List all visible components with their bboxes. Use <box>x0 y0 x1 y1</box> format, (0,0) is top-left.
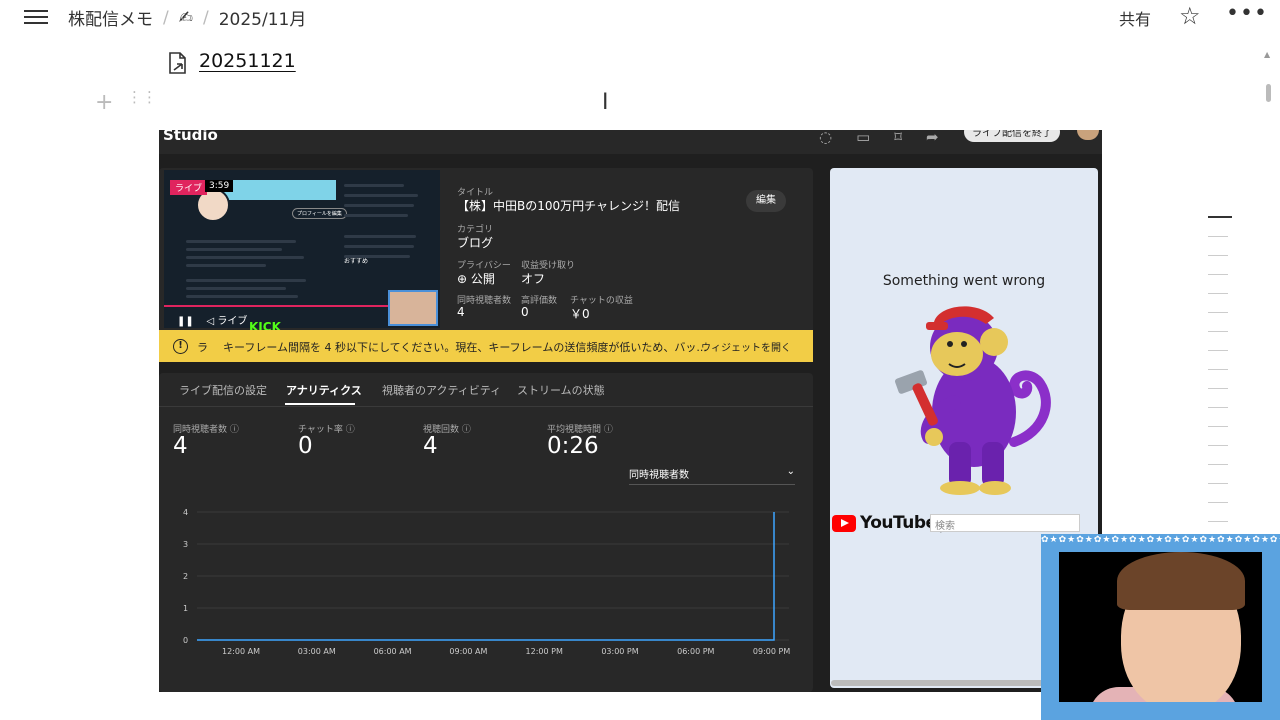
live-badge: ライブ <box>170 180 208 195</box>
webcam-overlay: ✿★✿★✿★✿★✿★✿★✿★✿★✿★✿★✿★✿★✿★✿★✿★✿★✿★✿★✿★✿★… <box>1041 534 1280 720</box>
live-time: 3:59 <box>205 180 234 192</box>
header-icons: ◌ ▭ ⌑ ➦ <box>819 130 939 146</box>
y-tick-label: 1 <box>183 604 188 613</box>
breadcrumb-item-month[interactable]: 2025/11月 <box>219 5 307 30</box>
page-link-icon <box>169 52 186 74</box>
metric-value-avg-time: 0:26 <box>547 433 599 459</box>
page-title[interactable]: 20251121 <box>199 50 296 72</box>
tab-stream-health[interactable]: ストリームの状態 <box>517 382 605 398</box>
y-tick-label: 2 <box>183 572 188 581</box>
warning-text: キーフレーム間隔を 4 秒以下にしてください。現在、キーフレームの送信頻度が低い… <box>223 341 707 354</box>
x-tick-label: 06:00 PM <box>677 647 714 656</box>
open-widget-link[interactable]: ウィジェットを開く <box>701 339 791 354</box>
share-button[interactable]: 共有 <box>1119 6 1151 30</box>
privacy-text: 公開 <box>470 272 495 286</box>
star-icon[interactable]: ☆ <box>1179 2 1201 30</box>
end-live-button[interactable]: ライブ配信を終了 <box>964 130 1060 142</box>
stream-title: 【株】中田Bの100万円チャレンジ！配信 <box>457 199 681 213</box>
error-message: Something went wrong <box>882 273 1046 289</box>
mute-icon[interactable]: ◁ <box>206 316 214 327</box>
broadcast-icon: ◌ <box>819 130 833 146</box>
viewers-value: 4 <box>457 305 465 319</box>
x-tick-label: 06:00 AM <box>374 647 412 656</box>
category-value: ブログ <box>457 236 494 250</box>
monetize-value: オフ <box>521 272 546 286</box>
preview-side-lines <box>344 184 424 265</box>
drag-handle-icon[interactable]: ⋮⋮ <box>127 90 157 105</box>
viewers-chart: 4 3 2 1 0 12:00 AM 03:00 AM 06:00 AM 09:00 AM 12:… <box>183 508 790 656</box>
horizontal-scrollbar[interactable] <box>831 680 1071 686</box>
viewers-label: 同時視聴者数 <box>457 296 512 306</box>
keyframe-warning: ! ラ キーフレーム間隔を 4 秒以下にしてください。現在、キーフレームの送信頻… <box>159 330 813 362</box>
vertical-scrollbar[interactable] <box>1266 84 1271 102</box>
studio-header <box>159 130 1102 154</box>
breadcrumb-separator: / <box>163 7 169 28</box>
breadcrumb: 株配信メモ / ✍ / 2025/11月 <box>68 5 307 31</box>
share-arrow-icon: ➦ <box>925 130 939 146</box>
warning-prefix: ラ <box>197 341 208 354</box>
globe-icon: ⊕ <box>457 272 468 286</box>
tab-divider <box>159 406 813 407</box>
select-value: 同時視聴者数 <box>629 470 689 481</box>
privacy-value: ⊕ 公開 <box>457 270 495 287</box>
x-tick-label: 03:00 AM <box>298 647 336 656</box>
live-control-label: ライブ <box>217 316 248 327</box>
window-icon: ▭ <box>856 130 871 146</box>
help-icon[interactable]: ⓘ <box>230 425 239 435</box>
x-tick-label: 12:00 AM <box>222 647 260 656</box>
person-hair <box>1117 552 1245 610</box>
help-icon[interactable]: ⓘ <box>462 425 471 435</box>
tab-live-settings[interactable]: ライブ配信の設定 <box>179 382 267 398</box>
tab-viewer-activity[interactable]: 視聴者のアクティビティ <box>382 382 501 398</box>
chart-metric-select[interactable]: 同時視聴者数 ⌄ <box>629 466 795 485</box>
bookmark-icon: ⌑ <box>894 130 902 146</box>
breadcrumb-item-emoji[interactable]: ✍ <box>179 8 193 28</box>
y-tick-label: 3 <box>183 540 188 549</box>
active-tab-indicator <box>285 403 355 405</box>
metric-value-chat: 0 <box>298 433 313 459</box>
text-cursor-icon: I <box>602 90 609 115</box>
y-tick-label: 0 <box>183 636 188 645</box>
pause-icon[interactable]: ❚❚ <box>177 316 194 327</box>
monkey-illustration <box>895 306 1051 495</box>
add-block-icon[interactable]: + <box>95 90 113 115</box>
help-icon[interactable]: ⓘ <box>604 425 613 435</box>
youtube-search-input[interactable]: 検索 <box>930 514 1080 532</box>
edit-button[interactable]: 編集 <box>746 190 786 212</box>
x-tick-label: 09:00 AM <box>449 647 487 656</box>
rating-value: 0 <box>521 305 529 319</box>
breadcrumb-item-root[interactable]: 株配信メモ <box>68 5 153 30</box>
youtube-wordmark: YouTube <box>860 513 937 533</box>
webcam-feed <box>1059 552 1262 702</box>
page-outline[interactable] <box>1208 216 1234 540</box>
x-tick-label: 03:00 PM <box>601 647 638 656</box>
metric-value-views: 4 <box>423 433 438 459</box>
more-icon[interactable]: ••• <box>1226 1 1268 26</box>
menu-icon[interactable] <box>22 6 50 28</box>
breadcrumb-separator: / <box>202 7 209 28</box>
studio-logo: Studio <box>163 130 218 144</box>
youtube-play-icon <box>832 514 856 532</box>
chat-revenue-value: ￥0 <box>570 307 590 321</box>
profile-edit-button: プロフィールを編集 <box>292 208 347 219</box>
x-tick-label: 09:00 PM <box>753 647 790 656</box>
tab-analytics[interactable]: アナリティクス <box>286 382 362 398</box>
x-tick-label: 12:00 PM <box>526 647 563 656</box>
help-icon[interactable]: ⓘ <box>346 425 355 435</box>
preview-text-lines <box>186 240 306 303</box>
live-control[interactable]: ❚❚ ◁ ライブ <box>177 312 247 327</box>
chevron-down-icon: ⌄ <box>786 466 795 477</box>
y-tick-label: 4 <box>183 508 188 517</box>
studio-screenshot: Studio ◌ ▭ ⌑ ➦ ライブ配信を終了 ライブ 3:59 プロフィールを… <box>159 130 1102 692</box>
preview-camera <box>388 290 438 326</box>
warning-icon: ! <box>173 339 188 354</box>
metric-value-viewers: 4 <box>173 433 188 459</box>
scroll-up-icon[interactable]: ▲ <box>1264 50 1270 59</box>
